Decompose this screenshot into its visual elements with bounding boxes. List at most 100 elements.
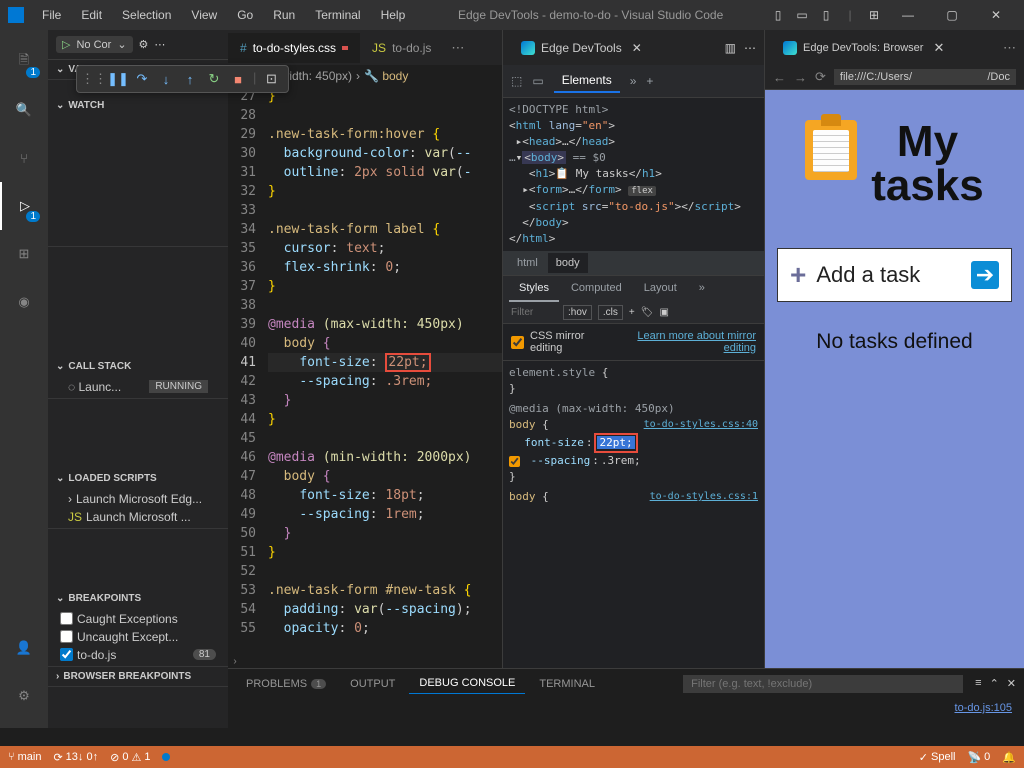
step-over-icon[interactable]: ↷: [133, 70, 151, 88]
drag-handle-icon[interactable]: ⋮⋮: [85, 70, 103, 88]
bell-icon[interactable]: 🔔: [1002, 751, 1016, 764]
computed-tab[interactable]: Computed: [561, 276, 632, 302]
menu-run[interactable]: Run: [265, 4, 303, 26]
more-icon[interactable]: ⋯: [744, 41, 756, 55]
menu-selection[interactable]: Selection: [114, 4, 179, 26]
menu-terminal[interactable]: Terminal: [307, 4, 368, 26]
checkbox[interactable]: [60, 648, 73, 661]
layout-bottom-icon[interactable]: ▭: [792, 1, 812, 29]
browser-viewport[interactable]: My tasks + Add a task ➔ No tasks defined: [765, 90, 1024, 704]
code-editor[interactable]: 27282930313233 34353637383940 4142434445…: [228, 87, 502, 728]
search-icon[interactable]: 🔍: [0, 86, 48, 134]
gear-icon[interactable]: ⚙: [139, 38, 149, 51]
settings-icon[interactable]: ⚙: [0, 672, 48, 720]
layout-tab[interactable]: Layout: [634, 276, 687, 302]
menu-file[interactable]: File: [34, 4, 69, 26]
port-indicator[interactable]: 📡 0: [967, 751, 990, 764]
close-panel-icon[interactable]: ✕: [1007, 677, 1016, 690]
more-styles-icon[interactable]: »: [689, 276, 715, 302]
source-control-icon[interactable]: ⑂: [0, 134, 48, 182]
more-tabs-icon[interactable]: »: [630, 74, 637, 88]
styles-filter[interactable]: [509, 305, 557, 320]
accounts-icon[interactable]: 👤: [0, 624, 48, 672]
section-browser-bp[interactable]: › BROWSER BREAKPOINTS: [48, 667, 228, 686]
layout-right-icon[interactable]: ▯: [816, 1, 836, 29]
tab-css[interactable]: # to-do-styles.css: [228, 33, 360, 63]
new-rule-icon[interactable]: +: [629, 307, 635, 318]
reload-icon[interactable]: ⟳: [815, 69, 826, 85]
checkbox[interactable]: [60, 630, 73, 643]
section-breakpoints[interactable]: ⌄ BREAKPOINTS: [48, 589, 228, 608]
devtools-tab[interactable]: Edge DevTools ✕: [511, 35, 652, 61]
hov-toggle[interactable]: :hov: [563, 305, 592, 320]
run-debug-icon[interactable]: ▷1: [0, 182, 48, 230]
explorer-icon[interactable]: 🗎1: [0, 38, 48, 86]
expand-icon[interactable]: ⌃: [990, 677, 999, 690]
submit-arrow-icon[interactable]: ➔: [971, 261, 999, 289]
callstack-item[interactable]: ◌ Launc... RUNNING: [48, 378, 228, 396]
minimize-button[interactable]: —: [888, 1, 928, 29]
split-icon[interactable]: ▥: [725, 41, 736, 55]
menu-view[interactable]: View: [183, 4, 225, 26]
dom-tree[interactable]: <!DOCTYPE html> <html lang="en"> ▸<head>…: [503, 98, 764, 251]
box-icon[interactable]: ▣: [659, 307, 668, 318]
menu-edit[interactable]: Edit: [73, 4, 110, 26]
menu-help[interactable]: Help: [373, 4, 414, 26]
close-icon[interactable]: ✕: [933, 40, 944, 56]
console-filter[interactable]: [683, 675, 963, 693]
tab-debug-console[interactable]: Debug Console: [409, 673, 525, 694]
src-link[interactable]: to-do-styles.css:1: [650, 489, 758, 505]
cls-toggle[interactable]: .cls: [598, 305, 623, 320]
scroll-left-icon[interactable]: ›: [228, 654, 242, 668]
close-button[interactable]: ✕: [976, 1, 1016, 29]
tab-output[interactable]: Output: [340, 674, 405, 694]
loaded-script-item[interactable]: › Launch Microsoft Edg...: [48, 490, 228, 508]
checkbox[interactable]: [60, 612, 73, 625]
section-loaded-scripts[interactable]: ⌄ LOADED SCRIPTS: [48, 469, 228, 488]
step-out-icon[interactable]: ↑: [181, 70, 199, 88]
close-icon[interactable]: ✕: [632, 41, 642, 55]
console-source-link[interactable]: to-do.js:105: [228, 698, 1024, 718]
add-task-button[interactable]: + Add a task ➔: [777, 248, 1012, 302]
tag-icon[interactable]: 🏷: [641, 307, 654, 318]
breadcrumb-body[interactable]: 🔧 body: [364, 69, 408, 83]
css-prop-checkbox[interactable]: [509, 456, 520, 467]
restart-icon[interactable]: ↻: [205, 70, 223, 88]
debug-float-toolbar[interactable]: ⋮⋮ ❚❚ ↷ ↓ ↑ ↻ ■ | ⊡: [76, 65, 289, 93]
more-icon[interactable]: ⋯: [154, 38, 165, 51]
back-icon[interactable]: ←: [773, 70, 786, 85]
extensions-icon[interactable]: ⊞: [0, 230, 48, 278]
src-link[interactable]: to-do-styles.css:40: [644, 417, 758, 433]
run-config-dropdown[interactable]: ▷ No Cor ⌄: [56, 36, 133, 53]
inspect-icon[interactable]: ⬚: [511, 74, 522, 88]
sync-indicator[interactable]: ⟳ 13↓ 0↑: [53, 751, 98, 764]
forward-icon[interactable]: →: [794, 70, 807, 85]
bp-caught[interactable]: Caught Exceptions: [48, 610, 228, 628]
elements-tab[interactable]: Elements: [554, 69, 620, 93]
more-tabs-icon[interactable]: ⋯: [443, 40, 472, 56]
stop-icon[interactable]: ■: [229, 70, 247, 88]
tab-problems[interactable]: Problems1: [236, 674, 336, 694]
layout-left-icon[interactable]: ▯: [768, 1, 788, 29]
error-count[interactable]: ⊘ 0 ⚠ 1: [110, 751, 150, 764]
breadcrumb-html[interactable]: html: [509, 253, 546, 273]
device-icon[interactable]: ▭: [532, 74, 543, 88]
maximize-button[interactable]: ▢: [932, 1, 972, 29]
bp-uncaught[interactable]: Uncaught Except...: [48, 628, 228, 646]
section-callstack[interactable]: ⌄ CALL STACK: [48, 357, 228, 376]
layout-grid-icon[interactable]: ⊞: [864, 1, 884, 29]
tab-js[interactable]: JS to-do.js: [360, 33, 443, 63]
styles-tab[interactable]: Styles: [509, 276, 559, 302]
clear-icon[interactable]: ≡: [975, 677, 981, 690]
pause-icon[interactable]: ❚❚: [109, 70, 127, 88]
mirror-checkbox[interactable]: [511, 336, 524, 349]
edge-tools-icon[interactable]: ◉: [0, 278, 48, 326]
menu-go[interactable]: Go: [229, 4, 261, 26]
browser-tab[interactable]: Edge DevTools: Browser ✕: [773, 34, 954, 62]
step-into-icon[interactable]: ↓: [157, 70, 175, 88]
loaded-script-item[interactable]: JS Launch Microsoft ...: [48, 508, 228, 526]
more-icon[interactable]: ⋯: [1003, 40, 1016, 56]
add-tab-icon[interactable]: +: [646, 74, 653, 88]
mirror-link[interactable]: Learn more about mirror editing: [617, 330, 756, 354]
tab-terminal[interactable]: Terminal: [529, 674, 605, 694]
